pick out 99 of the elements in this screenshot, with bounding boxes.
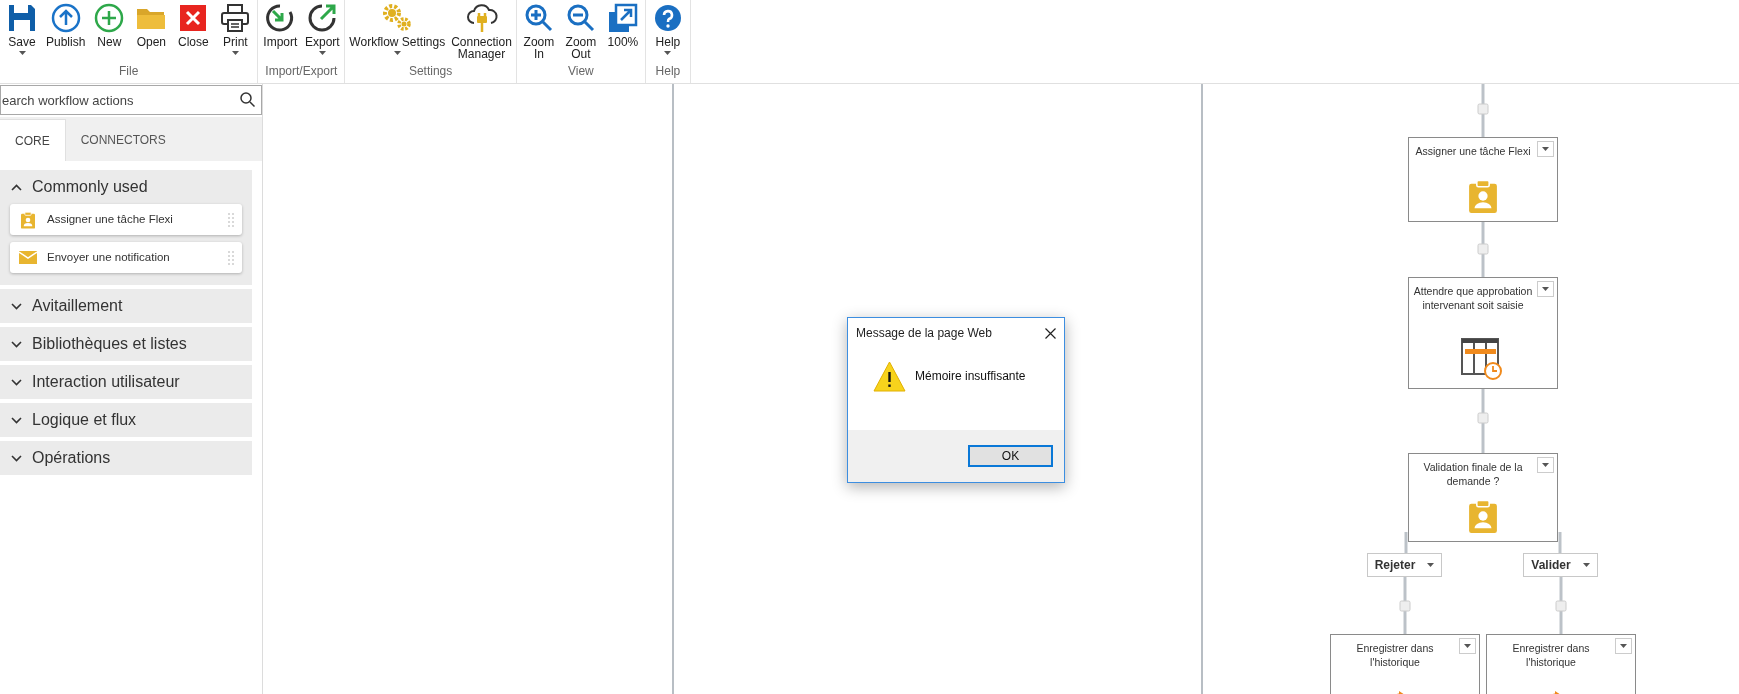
cloud-plug-icon xyxy=(465,3,498,33)
caret-icon xyxy=(1542,287,1549,291)
gears-icon xyxy=(381,3,414,33)
dropdown-button[interactable] xyxy=(1537,141,1554,157)
drop-point[interactable] xyxy=(1477,243,1489,255)
chevron-up-icon xyxy=(11,183,22,191)
group-label: Settings xyxy=(407,63,454,80)
caret-icon xyxy=(1582,563,1590,567)
section-header[interactable]: Avitaillement xyxy=(0,289,252,323)
connector-line xyxy=(1481,389,1485,453)
action-title: Enregistrer dans l'historique xyxy=(1355,641,1435,669)
connector-line xyxy=(1558,532,1562,553)
branch-label[interactable]: Valider xyxy=(1523,553,1598,577)
branch-label[interactable]: Rejeter xyxy=(1367,553,1442,577)
calendar-clock-icon xyxy=(1461,338,1505,380)
toolbar-button[interactable]: Print xyxy=(215,0,256,55)
section-header[interactable]: Interaction utilisateur xyxy=(0,365,252,399)
toolbar-button[interactable]: Export xyxy=(302,0,343,55)
toolbar-button[interactable]: New xyxy=(89,0,130,48)
action-item[interactable]: Assigner une tâche Flexi xyxy=(10,204,242,235)
connector-line xyxy=(1404,532,1408,553)
chevron-down-icon xyxy=(11,378,22,386)
ok-button[interactable]: OK xyxy=(968,445,1053,467)
drop-point[interactable] xyxy=(1477,103,1489,115)
section-header[interactable]: Logique et flux xyxy=(0,403,252,437)
zoom-out-icon xyxy=(565,3,596,33)
caret-icon xyxy=(1542,147,1549,151)
dialog-message: Mémoire insuffisante xyxy=(915,368,1026,385)
caret-icon xyxy=(1542,463,1549,467)
search-field[interactable]: earch workflow actions xyxy=(0,85,262,115)
workflow-action[interactable]: Attendre que approbation intervenant soit saisie xyxy=(1408,277,1558,389)
group-label: File xyxy=(118,63,140,80)
close-icon xyxy=(178,3,209,33)
chevron-down-icon xyxy=(11,302,22,310)
help-icon xyxy=(652,3,683,33)
chevron-down-icon xyxy=(11,340,22,348)
close-icon[interactable] xyxy=(1045,327,1056,339)
toolbar-button[interactable]: Workflow Settings xyxy=(347,0,448,55)
tab[interactable]: CORE xyxy=(0,119,66,161)
action-title: Enregistrer dans l'historique xyxy=(1511,641,1591,669)
caret-icon xyxy=(1427,563,1435,567)
caret-icon xyxy=(1464,644,1471,648)
warning-icon xyxy=(873,360,906,392)
drop-point[interactable] xyxy=(1477,412,1489,424)
envelope-icon xyxy=(19,251,37,264)
section-header[interactable]: Bibliothèques et listes xyxy=(0,327,252,361)
group-label: Import/Export xyxy=(264,63,339,80)
group-label: Help xyxy=(654,63,682,80)
export-icon xyxy=(307,3,338,33)
toolbar-button[interactable]: Zoom Out xyxy=(560,0,601,60)
import-icon xyxy=(265,3,296,33)
action-label: Envoyer une notification xyxy=(47,249,171,265)
zoom-in-icon xyxy=(523,3,554,33)
chevron-down-icon xyxy=(11,416,22,424)
clipboard-person-icon xyxy=(21,210,35,229)
section-header[interactable]: Opérations xyxy=(0,441,252,475)
toolbar-button[interactable]: 100% xyxy=(602,0,643,48)
toolbar-button[interactable]: Save xyxy=(2,0,42,55)
chevron-down-icon xyxy=(11,454,22,462)
toolbar-button[interactable]: Close xyxy=(173,0,214,48)
upload-icon xyxy=(50,3,81,33)
workflow-action[interactable]: Enregistrer dans l'historique xyxy=(1330,634,1480,694)
toolbar-button[interactable]: Open xyxy=(131,0,172,48)
action-item[interactable]: Envoyer une notification xyxy=(10,242,242,273)
toolbar-button[interactable]: Help xyxy=(647,0,688,55)
section-header[interactable]: Commonly used xyxy=(0,170,252,204)
search-icon xyxy=(240,92,255,107)
action-title: Validation finale de la demande ? xyxy=(1422,460,1524,488)
action-title: Assigner une tâche Flexi xyxy=(1414,144,1532,158)
connector-line xyxy=(1481,222,1485,277)
dropdown-button[interactable] xyxy=(1537,457,1554,473)
action-label: Assigner une tâche Flexi xyxy=(47,211,174,227)
drag-handle-icon[interactable] xyxy=(228,212,234,227)
toolbar-button[interactable]: Publish xyxy=(44,0,88,48)
toolbar-button[interactable]: Zoom In xyxy=(518,0,559,60)
workflow-action[interactable]: Validation finale de la demande ? xyxy=(1408,453,1558,542)
caret-icon xyxy=(1620,644,1627,648)
action-title: Attendre que approbation intervenant soit saisie xyxy=(1412,284,1534,312)
connector-line xyxy=(1403,576,1407,634)
workflow-action[interactable]: Enregistrer dans l'historique xyxy=(1486,634,1636,694)
connector-line xyxy=(1481,84,1485,137)
plus-icon xyxy=(94,3,125,33)
workflow-action[interactable]: Assigner une tâche Flexi xyxy=(1408,137,1558,222)
dropdown-button[interactable] xyxy=(1537,281,1554,297)
drag-handle-icon[interactable] xyxy=(228,250,234,265)
dialog-title: Message de la page Web xyxy=(856,325,992,342)
clipboard-person-icon xyxy=(1469,179,1497,213)
tab[interactable]: CONNECTORS xyxy=(65,119,181,161)
clipboard-person-icon xyxy=(1469,499,1497,533)
toolbar-button[interactable]: Connection Manager xyxy=(449,0,514,60)
dropdown-button[interactable] xyxy=(1615,638,1632,654)
group-label: View xyxy=(567,63,595,80)
toolbar-button[interactable]: Import xyxy=(260,0,301,48)
drop-point[interactable] xyxy=(1555,600,1567,612)
dropdown-button[interactable] xyxy=(1459,638,1476,654)
drop-point[interactable] xyxy=(1399,600,1411,612)
expand-icon xyxy=(607,3,638,33)
printer-icon xyxy=(220,3,251,33)
connector-line xyxy=(1559,576,1563,634)
